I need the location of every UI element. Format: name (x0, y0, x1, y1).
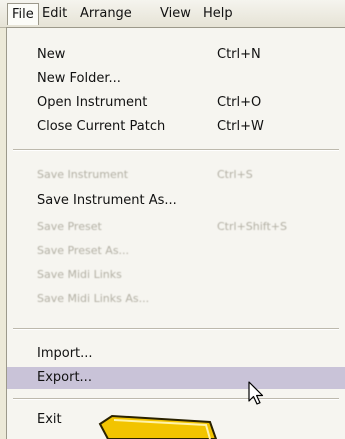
menu-item-label: New Folder... (37, 71, 121, 86)
menu-item-label: Exit (37, 412, 62, 427)
menu-item-shortcut: Ctrl+Shift+S (217, 220, 287, 233)
menu-item-save-preset[interactable]: Save Preset Ctrl+Shift+S (7, 216, 345, 238)
menu-item-shortcut: Ctrl+O (217, 95, 262, 110)
menu-item-close-current-patch[interactable]: Close Current Patch Ctrl+W (7, 116, 345, 138)
menu-item-save-instrument[interactable]: Save Instrument Ctrl+S (7, 164, 345, 186)
menu-item-label: Save Preset (37, 220, 102, 233)
menu-item-open-instrument[interactable]: Open Instrument Ctrl+O (7, 92, 345, 114)
menu-item-label: Save Instrument (37, 168, 129, 181)
menu-item-label: New (37, 47, 66, 62)
menu-item-shortcut: Ctrl+S (217, 168, 253, 181)
menu-item-label: Save Midi Links (37, 268, 122, 281)
menu-item-label: Close Current Patch (37, 119, 166, 134)
menu-file[interactable]: File (7, 3, 39, 25)
menu-item-import[interactable]: Import... (7, 343, 345, 365)
menu-separator (13, 328, 339, 330)
menu-item-label: Save Preset As... (37, 244, 130, 257)
menu-item-export[interactable]: Export... (7, 367, 345, 389)
menu-edit[interactable]: Edit (42, 6, 67, 22)
menu-item-new[interactable]: New Ctrl+N (7, 44, 345, 66)
menu-separator (13, 398, 339, 400)
menu-item-label: Save Midi Links As... (37, 292, 150, 305)
menu-item-label: Save Instrument As... (37, 193, 177, 208)
menu-item-new-folder[interactable]: New Folder... (7, 68, 345, 90)
menu-bar: File Edit Arrange View Help (0, 0, 345, 28)
menu-item-label: Open Instrument (37, 95, 148, 110)
menu-item-save-midi-links-as[interactable]: Save Midi Links As... (7, 288, 345, 310)
yellow-banner-graphic (98, 414, 218, 439)
menu-arrange[interactable]: Arrange (80, 6, 132, 22)
menu-item-label: Import... (37, 346, 93, 361)
menu-item-save-midi-links[interactable]: Save Midi Links (7, 264, 345, 286)
menu-item-save-instrument-as[interactable]: Save Instrument As... (7, 190, 345, 212)
menu-item-save-preset-as[interactable]: Save Preset As... (7, 240, 345, 262)
menu-separator (13, 149, 339, 151)
file-menu-dropdown: New Ctrl+N New Folder... Open Instrument… (6, 27, 345, 439)
menu-item-label: Export... (37, 370, 92, 385)
menu-view[interactable]: View (160, 6, 191, 22)
mouse-pointer-icon (248, 381, 264, 405)
menu-help[interactable]: Help (203, 6, 233, 22)
menu-item-shortcut: Ctrl+W (217, 119, 264, 134)
menu-item-shortcut: Ctrl+N (217, 47, 261, 62)
